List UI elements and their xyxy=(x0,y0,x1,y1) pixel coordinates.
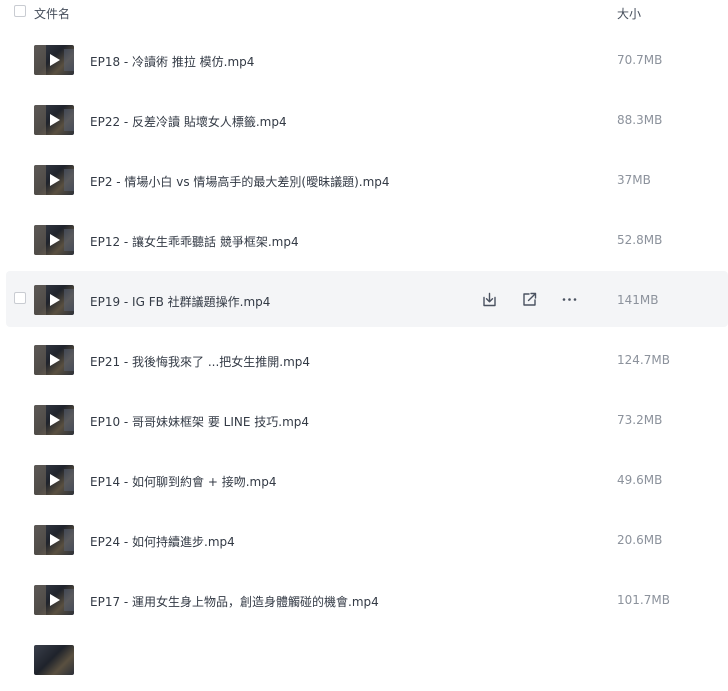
file-size: 37MB xyxy=(617,173,651,187)
share-icon[interactable] xyxy=(519,289,539,309)
video-thumbnail[interactable] xyxy=(34,645,74,675)
file-list: EP18 - 冷讀術 推拉 模仿.mp4 70.7MB EP22 - 反差冷讀 貼壞… xyxy=(0,31,728,691)
file-row[interactable]: EP10 - 哥哥妹妹框架 要 LINE 技巧.mp4 73.2MB xyxy=(0,391,728,451)
column-header-name[interactable]: 文件名 xyxy=(34,5,70,22)
file-size: 88.3MB xyxy=(617,113,663,127)
file-size: 124.7MB xyxy=(617,353,670,367)
more-icon[interactable] xyxy=(559,289,579,309)
file-size: 20.6MB xyxy=(617,533,663,547)
play-icon xyxy=(50,114,60,126)
row-checkbox[interactable] xyxy=(14,292,26,304)
file-row[interactable]: EP24 - 如何持續進步.mp4 20.6MB xyxy=(0,511,728,571)
video-thumbnail[interactable] xyxy=(34,405,74,435)
file-row[interactable]: EP14 - 如何聊到約會 + 接吻.mp4 49.6MB xyxy=(0,451,728,511)
file-row[interactable]: EP19 - IG FB 社群議題操作.mp4 141MB xyxy=(0,271,728,331)
play-icon xyxy=(50,54,60,66)
file-row-partial[interactable] xyxy=(0,631,728,691)
file-name[interactable]: EP22 - 反差冷讀 貼壞女人標籤.mp4 xyxy=(90,113,287,130)
file-name[interactable]: EP19 - IG FB 社群議題操作.mp4 xyxy=(90,293,270,310)
play-icon xyxy=(50,534,60,546)
file-name[interactable]: EP14 - 如何聊到約會 + 接吻.mp4 xyxy=(90,473,277,490)
file-row[interactable]: EP17 - 運用女生身上物品，創造身體觸碰的機會.mp4 101.7MB xyxy=(0,571,728,631)
file-row[interactable]: EP22 - 反差冷讀 貼壞女人標籤.mp4 88.3MB xyxy=(0,91,728,151)
video-thumbnail[interactable] xyxy=(34,165,74,195)
file-size: 52.8MB xyxy=(617,233,663,247)
play-icon xyxy=(50,474,60,486)
play-icon xyxy=(50,414,60,426)
play-icon xyxy=(50,234,60,246)
file-row[interactable]: EP2 - 情場小白 vs 情場高手的最大差別(曖昧議題).mp4 37MB xyxy=(0,151,728,211)
file-name[interactable]: EP18 - 冷讀術 推拉 模仿.mp4 xyxy=(90,53,254,70)
select-all-checkbox[interactable] xyxy=(14,5,26,17)
video-thumbnail[interactable] xyxy=(34,465,74,495)
video-thumbnail[interactable] xyxy=(34,285,74,315)
file-name[interactable]: EP2 - 情場小白 vs 情場高手的最大差別(曖昧議題).mp4 xyxy=(90,173,390,190)
file-name[interactable]: EP21 - 我後悔我來了 ...把女生推開.mp4 xyxy=(90,353,310,370)
file-row[interactable]: EP18 - 冷讀術 推拉 模仿.mp4 70.7MB xyxy=(0,31,728,91)
video-thumbnail[interactable] xyxy=(34,585,74,615)
file-size: 49.6MB xyxy=(617,473,663,487)
play-icon xyxy=(50,294,60,306)
video-thumbnail[interactable] xyxy=(34,105,74,135)
file-size: 73.2MB xyxy=(617,413,663,427)
list-header: 文件名 大小 xyxy=(0,0,728,28)
file-size: 70.7MB xyxy=(617,53,663,67)
video-thumbnail[interactable] xyxy=(34,225,74,255)
play-icon xyxy=(50,174,60,186)
download-icon[interactable] xyxy=(479,289,499,309)
file-name[interactable]: EP12 - 讓女生乖乖聽話 競爭框架.mp4 xyxy=(90,233,299,250)
file-row[interactable]: EP21 - 我後悔我來了 ...把女生推開.mp4 124.7MB xyxy=(0,331,728,391)
video-thumbnail[interactable] xyxy=(34,45,74,75)
file-name[interactable]: EP24 - 如何持續進步.mp4 xyxy=(90,533,235,550)
play-icon xyxy=(50,594,60,606)
file-row[interactable]: EP12 - 讓女生乖乖聽話 競爭框架.mp4 52.8MB xyxy=(0,211,728,271)
file-name[interactable]: EP10 - 哥哥妹妹框架 要 LINE 技巧.mp4 xyxy=(90,413,309,430)
file-size: 141MB xyxy=(617,293,659,307)
file-size: 101.7MB xyxy=(617,593,670,607)
file-name[interactable]: EP17 - 運用女生身上物品，創造身體觸碰的機會.mp4 xyxy=(90,593,379,610)
play-icon xyxy=(50,354,60,366)
video-thumbnail[interactable] xyxy=(34,345,74,375)
video-thumbnail[interactable] xyxy=(34,525,74,555)
column-header-size[interactable]: 大小 xyxy=(617,5,641,22)
